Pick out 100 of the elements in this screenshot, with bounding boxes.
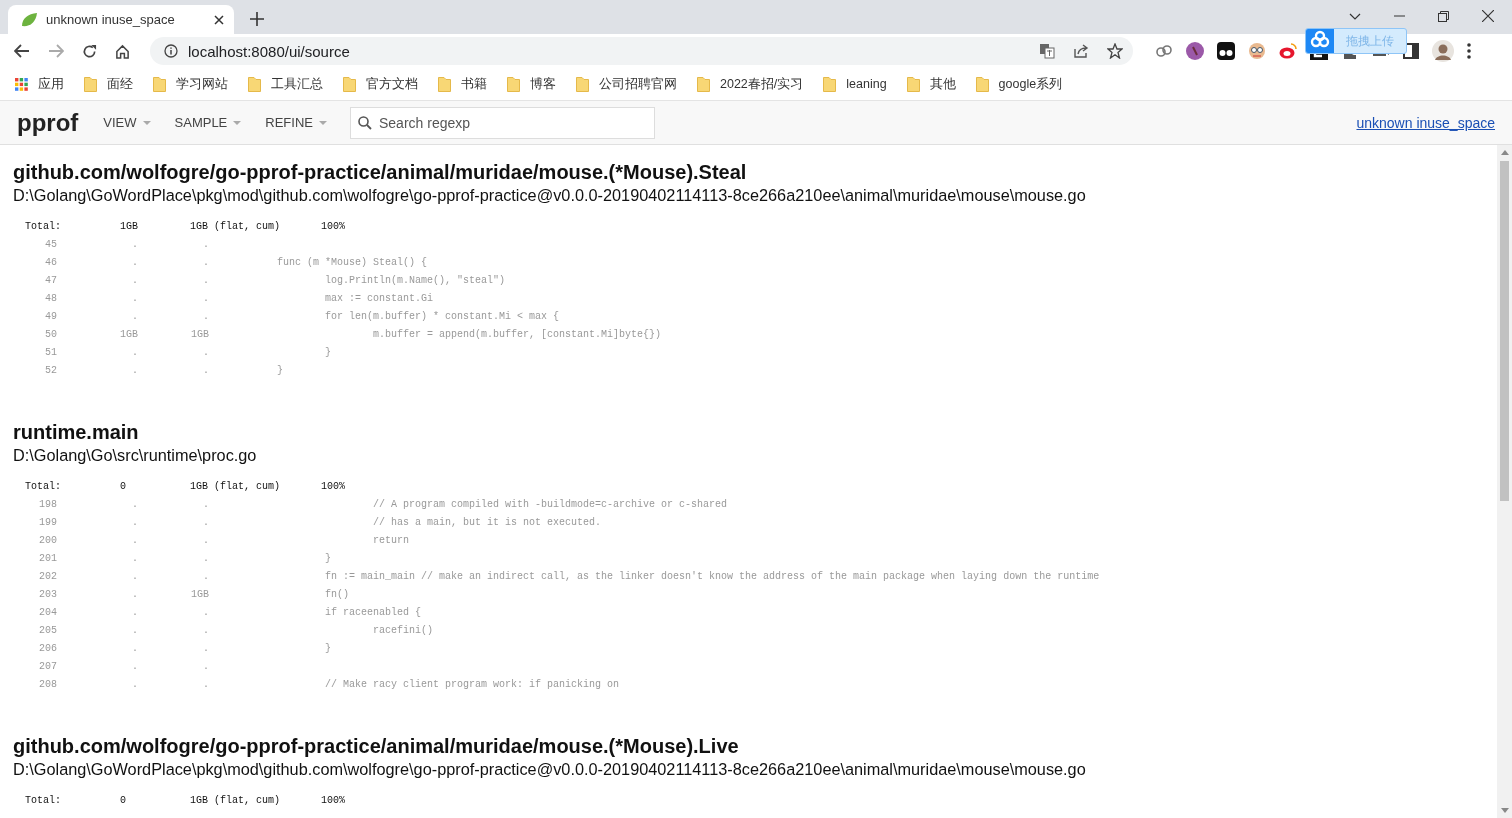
code-line: // has a main, but it is not executed.: [372, 516, 602, 530]
cum-value: .: [202, 660, 209, 674]
scrollbar-thumb[interactable]: [1500, 161, 1509, 501]
total-percent: 100%: [321, 220, 346, 234]
sidebar-icon[interactable]: [1403, 43, 1419, 59]
line-number: 203: [38, 588, 57, 602]
profile-link[interactable]: unknown inuse_space: [1356, 114, 1495, 131]
bookmark-folder[interactable]: 博客: [507, 75, 556, 93]
translate-icon[interactable]: [1039, 43, 1055, 59]
flat-value: .: [131, 660, 138, 674]
line-number: 207: [38, 660, 57, 674]
flat-value: .: [131, 346, 138, 360]
line-number: 50: [44, 328, 57, 342]
cum-value: .: [202, 364, 209, 378]
total-label: Total:: [24, 220, 62, 234]
line-number: 206: [38, 642, 57, 656]
cum-value: 1GB: [190, 588, 209, 602]
code-line: max := constant.Gi: [324, 292, 434, 306]
flat-value: .: [131, 256, 138, 270]
extension-icon[interactable]: [1217, 42, 1235, 60]
line-number: 52: [44, 364, 57, 378]
total-flat: 1GB: [120, 220, 139, 234]
line-number: 198: [38, 498, 57, 512]
caret-icon: [233, 120, 242, 125]
avatar-icon[interactable]: [1432, 40, 1454, 62]
cum-value: .: [202, 346, 209, 360]
folder-icon: [507, 76, 520, 92]
total-legend: (flat, cum): [214, 478, 321, 496]
code-line: for len(m.buffer) * constant.Mi < max {: [324, 310, 560, 324]
app-logo: pprof: [17, 108, 79, 137]
code-line: // Make racy client program work: if panicking on: [324, 678, 620, 692]
flat-value: .: [131, 588, 138, 602]
folder-icon: [248, 76, 261, 92]
star-icon[interactable]: [1107, 43, 1123, 59]
flat-value: .: [131, 364, 138, 378]
total-label: Total:: [24, 480, 62, 494]
cum-value: .: [202, 274, 209, 288]
home-icon[interactable]: [115, 43, 130, 59]
back-icon[interactable]: [14, 44, 30, 58]
code-line: func (m *Mouse) Steal() {: [276, 256, 428, 270]
bookmark-folder[interactable]: 其他: [906, 75, 956, 93]
browser-tab[interactable]: unknown inuse_space: [8, 5, 234, 34]
total-legend: (flat, cum): [214, 218, 321, 236]
flat-value: .: [131, 292, 138, 306]
folder-icon: [153, 76, 166, 92]
bookmark-folder[interactable]: 公司招聘官网: [576, 75, 677, 93]
bookmark-folder[interactable]: google系列: [975, 75, 1063, 93]
total-label: Total:: [24, 794, 62, 808]
line-number: 51: [44, 346, 57, 360]
bookmark-folder[interactable]: leaning: [823, 76, 887, 92]
link-icon[interactable]: [1155, 44, 1173, 58]
line-number: 46: [44, 256, 57, 270]
restore-icon[interactable]: [1438, 10, 1449, 22]
flat-value: .: [131, 274, 138, 288]
reload-icon[interactable]: [82, 43, 97, 59]
scroll-down-icon[interactable]: [1500, 808, 1509, 813]
address-bar[interactable]: localhost:8080/ui/source: [150, 37, 1133, 65]
folder-icon: [84, 76, 97, 92]
file-path: D:\Golang\GoWordPlace\pkg\mod\github.com\wolfogre\go-pprof-practice@v0.0.0-20190402114113-8ce266a210ee\animal\muridae\mouse\mouse.go: [13, 759, 1087, 780]
flat-value: .: [131, 570, 138, 584]
more-icon[interactable]: [1467, 43, 1471, 59]
cum-value: .: [202, 292, 209, 306]
extension-icon[interactable]: [1186, 42, 1204, 60]
cum-value: .: [202, 238, 209, 252]
close-icon[interactable]: [214, 14, 224, 25]
bookmark-folder[interactable]: 面经: [84, 75, 133, 93]
file-path: D:\Golang\GoWordPlace\pkg\mod\github.com\wolfogre\go-pprof-practice@v0.0.0-20190402114113-8ce266a210ee\animal\muridae\mouse\mouse.go: [13, 185, 1087, 206]
line-number: 201: [38, 552, 57, 566]
total-cum: 1GB: [190, 220, 208, 234]
search-field[interactable]: Search regexp: [349, 106, 655, 139]
cum-value: .: [202, 606, 209, 620]
bookmark-folder[interactable]: 官方文档: [343, 75, 418, 93]
code-line: fn(): [324, 588, 350, 602]
scroll-up-icon[interactable]: [1500, 150, 1509, 155]
close-icon[interactable]: [1482, 10, 1494, 22]
bookmark-folder[interactable]: 书籍: [438, 75, 487, 93]
code-line: }: [276, 364, 284, 378]
menu-button[interactable]: VIEW: [103, 111, 151, 134]
flat-value: .: [131, 606, 138, 620]
flat-value: .: [131, 624, 138, 638]
flat-value: .: [131, 516, 138, 530]
line-number: 200: [38, 534, 57, 548]
cum-value: .: [202, 534, 209, 548]
line-number: 47: [44, 274, 57, 288]
new-tab-icon[interactable]: [250, 12, 264, 26]
share-icon[interactable]: [1073, 43, 1089, 59]
folder-icon: [697, 76, 710, 92]
cum-value: .: [202, 256, 209, 270]
menu-button[interactable]: SAMPLE: [174, 111, 242, 134]
bookmark-item[interactable]: 应用: [15, 75, 64, 93]
bookmark-folder[interactable]: 学习网站: [153, 75, 228, 93]
code-line: }: [324, 552, 332, 566]
scrollbar[interactable]: [1497, 145, 1512, 818]
function-name: github.com/wolfogre/go-pprof-practice/animal/muridae/mouse.(*Mouse).Live: [13, 734, 740, 758]
bookmark-folder[interactable]: 2022春招/实习: [697, 75, 804, 93]
apps-grid-icon: [15, 77, 28, 91]
menu-button[interactable]: REFINE: [265, 111, 327, 134]
line-number: 49: [44, 310, 57, 324]
bookmark-folder[interactable]: 工具汇总: [248, 75, 323, 93]
chevron-down-icon[interactable]: [1349, 12, 1361, 20]
